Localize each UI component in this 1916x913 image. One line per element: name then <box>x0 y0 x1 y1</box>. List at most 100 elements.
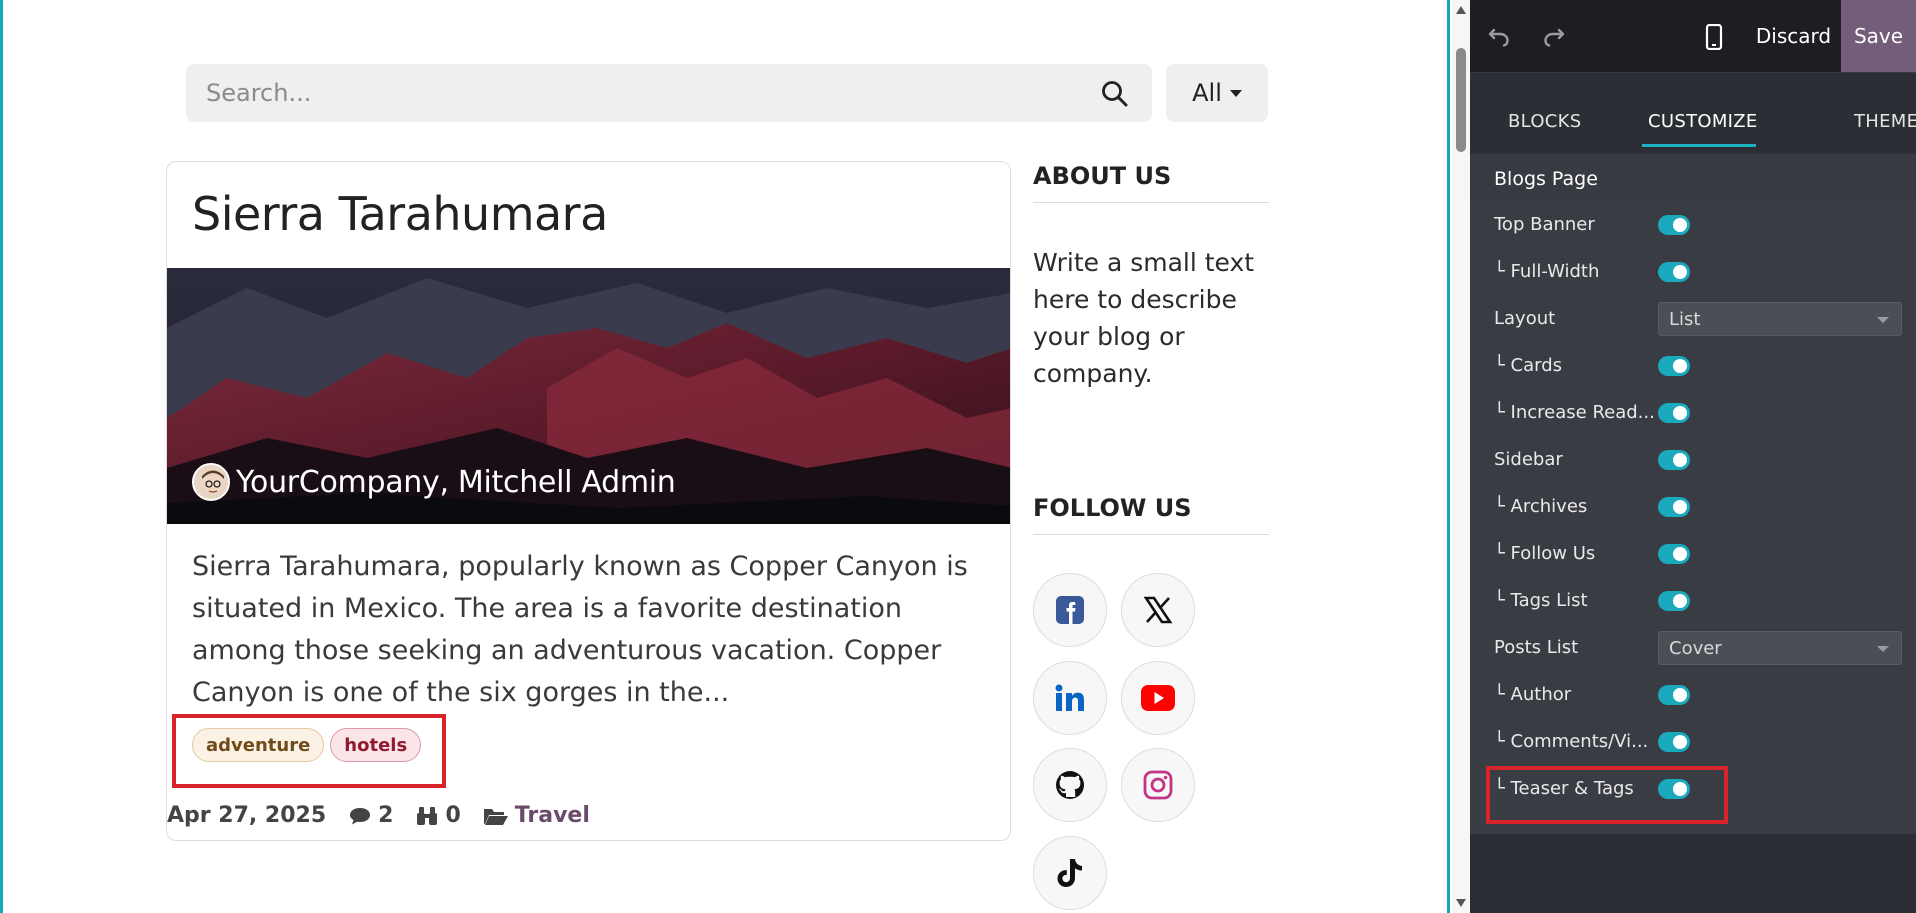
option-tags-list: └ Tags List <box>1470 578 1916 624</box>
author-name: YourCompany, Mitchell Admin <box>236 464 676 500</box>
mobile-preview-icon[interactable] <box>1704 24 1724 50</box>
section-title: Blogs Page <box>1494 168 1598 190</box>
option-label: └ Cards <box>1494 355 1563 376</box>
option-archives: └ Archives <box>1470 484 1916 530</box>
layout-select-value: List <box>1669 308 1701 330</box>
toggle-switch[interactable] <box>1658 403 1690 423</box>
post-title[interactable]: Sierra Tarahumara <box>192 187 608 241</box>
option-label: └ Author <box>1494 684 1572 705</box>
editor-panel-footer <box>1470 834 1916 913</box>
highlight-teaser-tags <box>1486 766 1728 824</box>
linkedin-link[interactable] <box>1033 661 1107 735</box>
views-count-value: 0 <box>445 803 461 828</box>
filter-dropdown-label: All <box>1192 79 1222 107</box>
post-teaser: Sierra Tarahumara, popularly known as Co… <box>192 551 968 708</box>
option-label: └ Comments/Vi... <box>1494 731 1649 752</box>
youtube-link[interactable] <box>1121 661 1195 735</box>
toggle-switch[interactable] <box>1658 732 1690 752</box>
option-sidebar: Sidebar <box>1470 437 1916 483</box>
search-icon[interactable] <box>1101 80 1129 108</box>
option-label: Top Banner <box>1494 214 1595 235</box>
option-follow-us: └ Follow Us <box>1470 531 1916 577</box>
instagram-icon <box>1143 770 1173 800</box>
instagram-link[interactable] <box>1121 748 1195 822</box>
toggle-switch[interactable] <box>1658 356 1690 376</box>
post-author[interactable]: YourCompany, Mitchell Admin <box>192 463 676 501</box>
comment-icon <box>350 807 371 824</box>
github-link[interactable] <box>1033 748 1107 822</box>
highlight-tags <box>172 714 446 788</box>
search-bar <box>186 64 1152 122</box>
github-icon <box>1056 771 1084 799</box>
post-category[interactable]: Travel <box>483 803 590 828</box>
caret-down-icon <box>1877 646 1889 652</box>
option-top-banner: Top Banner <box>1470 202 1916 248</box>
editor-toolbar: Discard Save <box>1470 0 1916 72</box>
section-header: Blogs Page <box>1470 154 1916 202</box>
option-label: └ Tags List <box>1494 590 1588 611</box>
option-label: └ Full-Width <box>1494 261 1600 282</box>
follow-us-heading: FOLLOW US <box>1033 494 1269 535</box>
scrollbar-thumb[interactable] <box>1456 48 1466 152</box>
comments-count: 2 <box>348 803 393 828</box>
toggle-switch[interactable] <box>1658 544 1690 564</box>
discard-button[interactable]: Discard <box>1746 0 1841 72</box>
option-increase-readability: └ Increase Read... <box>1470 390 1916 436</box>
option-label: Posts List <box>1494 637 1579 658</box>
about-us-heading: ABOUT US <box>1033 162 1269 203</box>
option-label: └ Archives <box>1494 496 1588 517</box>
toggle-switch[interactable] <box>1658 450 1690 470</box>
caret-down-icon <box>1877 317 1889 323</box>
vertical-scrollbar[interactable] <box>1452 0 1470 913</box>
author-avatar <box>192 463 230 501</box>
layout-select[interactable]: List <box>1658 302 1902 336</box>
editor-panel: Discard Save BLOCKS CUSTOMIZE THEME Blog… <box>1470 0 1916 913</box>
tiktok-icon <box>1057 859 1082 887</box>
about-us-text: Write a small text here to describe your… <box>1033 248 1255 388</box>
facebook-icon <box>1056 596 1084 624</box>
linkedin-icon <box>1055 684 1084 711</box>
option-label: └ Increase Read... <box>1494 402 1655 423</box>
posts-list-select-value: Cover <box>1669 637 1722 659</box>
x-link[interactable] <box>1121 573 1195 647</box>
undo-icon[interactable] <box>1487 24 1511 48</box>
save-button[interactable]: Save <box>1841 0 1916 72</box>
youtube-icon <box>1141 685 1175 711</box>
option-layout: Layout List <box>1470 296 1916 342</box>
editor-tabs: BLOCKS CUSTOMIZE THEME <box>1470 72 1916 154</box>
posts-list-select[interactable]: Cover <box>1658 631 1902 665</box>
option-label: Layout <box>1494 308 1556 329</box>
option-label: └ Follow Us <box>1494 543 1596 564</box>
filter-dropdown[interactable]: All <box>1166 64 1268 122</box>
option-author: └ Author <box>1470 672 1916 718</box>
website-preview: All Sierra Tarahumara <box>0 0 1450 913</box>
folder-open-icon <box>483 808 508 825</box>
tiktok-link[interactable] <box>1033 836 1107 910</box>
toggle-switch[interactable] <box>1658 215 1690 235</box>
toggle-switch[interactable] <box>1658 685 1690 705</box>
x-icon <box>1143 596 1173 624</box>
caret-down-icon <box>1229 89 1242 97</box>
toggle-switch[interactable] <box>1658 497 1690 517</box>
post-category-label: Travel <box>514 803 590 828</box>
tab-theme[interactable]: THEME <box>1854 111 1916 132</box>
scroll-down-icon[interactable] <box>1456 899 1466 907</box>
tab-customize[interactable]: CUSTOMIZE <box>1648 111 1758 132</box>
option-cards: └ Cards <box>1470 343 1916 389</box>
toggle-switch[interactable] <box>1658 591 1690 611</box>
post-cover-image[interactable]: YourCompany, Mitchell Admin <box>167 268 1010 524</box>
toggle-switch[interactable] <box>1658 262 1690 282</box>
tab-blocks[interactable]: BLOCKS <box>1508 111 1582 132</box>
option-full-width: └ Full-Width <box>1470 249 1916 295</box>
customize-options: Top Banner └ Full-Width Layout List └ Ca… <box>1470 202 1916 834</box>
option-posts-list: Posts List Cover <box>1470 625 1916 671</box>
option-comments-views: └ Comments/Vi... <box>1470 719 1916 765</box>
active-tab-indicator <box>1642 144 1756 147</box>
search-input[interactable] <box>206 76 1066 110</box>
redo-icon[interactable] <box>1542 24 1566 48</box>
post-date: Apr 27, 2025 <box>167 803 327 828</box>
post-meta: Apr 27, 2025 2 0 Travel <box>167 803 612 828</box>
scroll-up-icon[interactable] <box>1456 6 1466 14</box>
binoculars-icon <box>417 806 438 825</box>
facebook-link[interactable] <box>1033 573 1107 647</box>
